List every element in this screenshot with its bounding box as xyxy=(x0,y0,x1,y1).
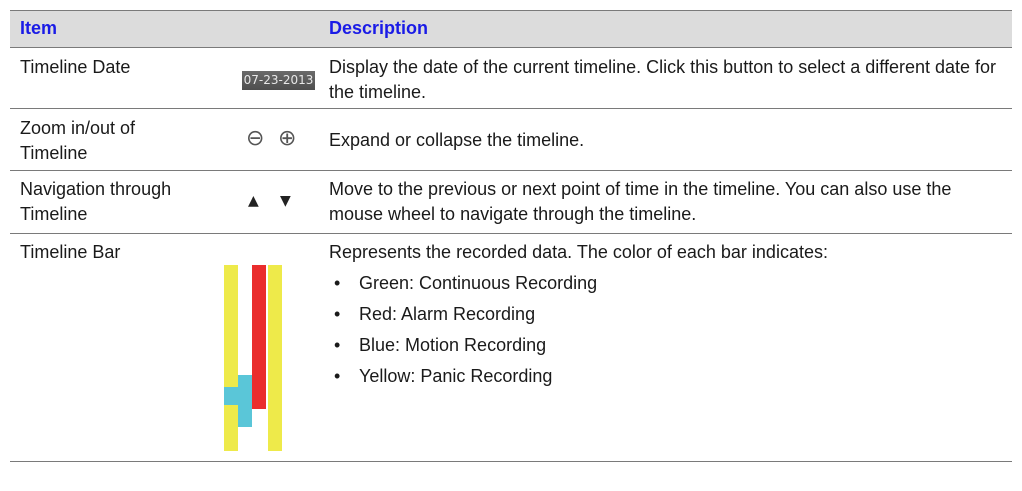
zoom-out-icon[interactable]: ⊖ xyxy=(246,126,264,151)
list-item: Blue: Motion Recording xyxy=(329,333,1009,358)
item-label: Navigation through Timeline xyxy=(20,179,172,224)
blue-bar xyxy=(238,375,252,427)
description-intro: Represents the recorded data. The color … xyxy=(329,242,828,262)
yellow-bar xyxy=(268,265,282,451)
list-item: Green: Continuous Recording xyxy=(329,271,1009,296)
item-label: Timeline Bar xyxy=(20,242,121,262)
table-row-timeline-date: Timeline Date 07-23-2013 Display the dat… xyxy=(10,47,1012,108)
table-header-row: Item Description xyxy=(10,10,1012,47)
description-text: Represents the recorded data. The color … xyxy=(329,240,1009,395)
timeline-bar-icon xyxy=(224,265,282,451)
red-bar xyxy=(252,265,266,409)
table-row-zoom: Zoom in/out of Timeline ⊖ ⊕ Expand or co… xyxy=(10,108,1012,170)
yellow-bar xyxy=(224,265,238,451)
header-item: Item xyxy=(20,18,58,38)
date-button[interactable]: 07-23-2013 xyxy=(242,71,315,90)
down-arrow-icon[interactable]: ▼ xyxy=(280,193,291,209)
header-description: Description xyxy=(329,18,429,38)
feature-table: Item Description Timeline Date 07-23-201… xyxy=(10,0,1012,491)
list-item: Yellow: Panic Recording xyxy=(329,364,1009,389)
description-text: Move to the previous or next point of ti… xyxy=(329,179,952,224)
blue-bar xyxy=(224,387,238,405)
color-legend-list: Green: Continuous Recording Red: Alarm R… xyxy=(329,271,1009,389)
zoom-in-icon[interactable]: ⊕ xyxy=(278,126,296,151)
up-arrow-icon[interactable]: ▲ xyxy=(248,193,259,209)
description-text: Display the date of the current timeline… xyxy=(329,57,997,102)
table-row-timeline-bar: Timeline Bar Represents the recorded dat… xyxy=(10,233,1012,462)
description-text: Expand or collapse the timeline. xyxy=(329,130,585,150)
item-label: Zoom in/out of Timeline xyxy=(20,118,136,163)
list-item: Red: Alarm Recording xyxy=(329,302,1009,327)
item-label: Timeline Date xyxy=(20,57,131,77)
table-row-navigation: Navigation through Timeline ▲ ▼ Move to … xyxy=(10,170,1012,233)
